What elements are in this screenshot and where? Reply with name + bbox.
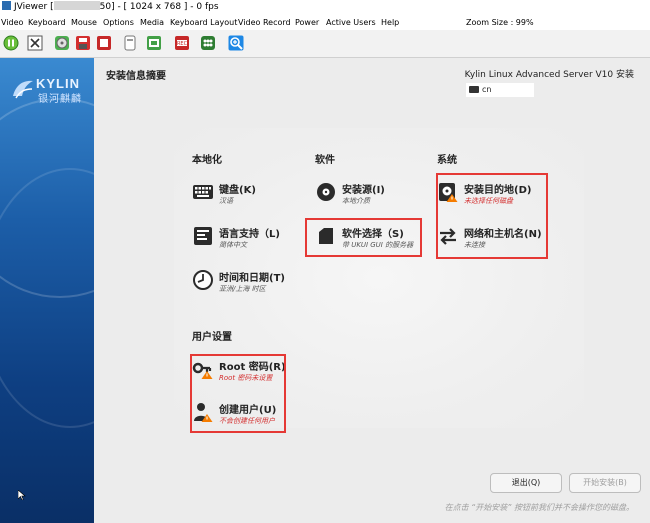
menu-options[interactable]: Options [103, 15, 134, 30]
menu-video[interactable]: Video [1, 15, 23, 30]
toolbar: REC [0, 30, 650, 58]
menu-video-record[interactable]: Video Record [238, 15, 291, 30]
mouse-cursor-icon [18, 490, 26, 500]
spoke-installation-source-title: 安装源(I) [342, 185, 385, 196]
menu-keyboard[interactable]: Keyboard [28, 15, 66, 30]
kylin-logo-icon [13, 80, 33, 99]
menu-keyboard-layout[interactable]: Keyboard Layout [170, 15, 237, 30]
stop-icon[interactable] [95, 34, 113, 52]
menu-media[interactable]: Media [140, 15, 164, 30]
hard-drive-icon[interactable] [199, 34, 217, 52]
sidebar-decoration [0, 168, 94, 428]
spoke-keyboard-title: 键盘(K) [219, 185, 256, 196]
spoke-installation-source-status: 本地介质 [342, 197, 370, 205]
menu-help[interactable]: Help [381, 15, 399, 30]
menu-bar: Video Keyboard Mouse Options Media Keybo… [0, 15, 650, 30]
installation-summary: 安装信息摘要 Kylin Linux Advanced Server V10 安… [94, 58, 650, 523]
window-title-prefix: JViewer [ [14, 2, 54, 12]
svg-text:REC: REC [177, 41, 188, 47]
zoom-size-label: Zoom Size : 99% [466, 18, 534, 27]
menu-power[interactable]: Power [295, 15, 319, 30]
spoke-installation-source[interactable]: 安装源(I) 本地介质 [315, 179, 445, 213]
spoke-language[interactable]: 语言支持（L) 简体中文 [192, 223, 322, 257]
keyboard-lock-icon[interactable] [121, 34, 139, 52]
highlight-software-box [305, 218, 422, 257]
highlight-user-settings-box [190, 354, 286, 433]
kylin-logo-subtext: 银河麒麟 [38, 94, 82, 105]
jviewer-app-icon [2, 1, 11, 10]
redacted-address [53, 1, 100, 10]
menu-active-users[interactable]: Active Users [326, 15, 376, 30]
begin-installation-button[interactable]: 开始安装(B) [569, 473, 641, 493]
window-title-suffix: 50] - [ 1024 x 768 ] - 0 fps [99, 2, 219, 12]
keyboard-icon [469, 86, 479, 93]
fullscreen-icon[interactable] [26, 34, 44, 52]
spoke-keyboard-status: 汉语 [219, 197, 233, 205]
pause-icon[interactable] [2, 34, 20, 52]
keyboard-icon [192, 181, 214, 203]
cd-icon[interactable] [53, 34, 71, 52]
record-icon[interactable] [145, 34, 163, 52]
kylin-sidebar: KYLIN 银河麒麟 [0, 58, 94, 523]
spoke-language-status: 简体中文 [219, 241, 247, 249]
keyboard-layout-indicator[interactable]: cn [466, 83, 534, 97]
footer-note: 在点击 “开始安装” 按钮前我们并不会操作您的磁盘。 [444, 503, 634, 512]
spoke-time-date-title: 时间和日期(T) [219, 273, 285, 284]
floppy-icon[interactable] [74, 34, 92, 52]
spoke-time-date-status: 亚洲/上海 时区 [219, 285, 266, 293]
section-system: 系统 [437, 155, 457, 166]
menu-mouse[interactable]: Mouse [71, 15, 97, 30]
spoke-keyboard[interactable]: 键盘(K) 汉语 [192, 179, 322, 213]
spoke-language-title: 语言支持（L) [219, 229, 280, 240]
disc-icon [315, 181, 337, 203]
quit-button[interactable]: 退出(Q) [490, 473, 562, 493]
section-software: 软件 [315, 155, 335, 166]
page-title: 安装信息摘要 [106, 71, 166, 82]
clock-icon [192, 269, 214, 291]
kylin-logo-text: KYLIN [36, 76, 80, 91]
highlight-system-box [436, 173, 548, 259]
zoom-in-icon[interactable] [227, 34, 245, 52]
section-localization: 本地化 [192, 155, 222, 166]
section-user-settings: 用户设置 [192, 332, 232, 343]
window-title-bar: JViewer [ 50] - [ 1024 x 768 ] - 0 fps [0, 0, 650, 15]
video-icon[interactable]: REC [173, 34, 191, 52]
keyboard-layout-value: cn [482, 85, 492, 94]
product-title: Kylin Linux Advanced Server V10 安装 [464, 70, 634, 80]
spoke-time-date[interactable]: 时间和日期(T) 亚洲/上海 时区 [192, 267, 322, 301]
language-icon [192, 225, 214, 247]
